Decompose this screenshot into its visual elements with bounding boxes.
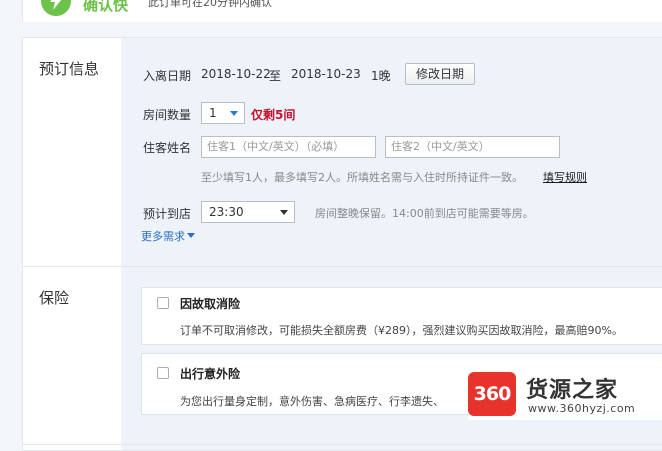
chevron-down-icon [280, 210, 288, 215]
cancel-insurance-checkbox[interactable] [157, 297, 169, 309]
dates-label: 入离日期 [143, 69, 192, 83]
more-requests-link[interactable]: 更多需求 [141, 228, 195, 244]
insurance-option-desc: 订单不可取消修改，可能损失全额房费（¥289），强烈建议购买因故取消险，最高赔9… [180, 324, 623, 337]
confirm-fast-desc: 此订单可在20分钟内确认 [148, 0, 272, 9]
fill-rules-link[interactable]: 填写规则 [543, 169, 587, 185]
lightning-icon [41, 0, 71, 16]
next-section [22, 445, 662, 451]
guests-label: 住客姓名 [143, 141, 192, 155]
watermark-name: 货源之家 [526, 378, 619, 403]
room-count-select[interactable]: 1 [201, 102, 245, 124]
chevron-down-icon [230, 111, 238, 116]
more-requests-label: 更多需求 [141, 230, 185, 243]
booking-section-title: 预订信息 [39, 60, 100, 78]
rooms-limit-badge: 仅剩5间 [251, 108, 296, 122]
insurance-option-cancel[interactable]: 因故取消险 订单不可取消修改，可能损失全额房费（¥289），强烈建议购买因故取消… [141, 287, 662, 345]
rooms-label: 房间数量 [143, 108, 192, 122]
accident-insurance-checkbox[interactable] [157, 367, 169, 379]
confirm-fast-banner: 确认快 此订单可在20分钟内确认 [22, 0, 662, 22]
insurance-option-title: 出行意外险 [180, 367, 241, 381]
watermark-url: www.360hyzj.com [528, 402, 636, 415]
guest1-name-input[interactable]: 住客1（中文/英文）（必填） [201, 136, 376, 158]
arrival-time-value: 23:30 [209, 205, 244, 219]
confirm-fast-label: 确认快 [83, 0, 129, 14]
arrival-hint: 房间整晚保留。14:00前到店可能需要等房。 [315, 207, 534, 220]
insurance-option-desc: 为您出行量身定制，意外伤害、急病医疗、行李遗失、 [180, 395, 444, 408]
room-count-value: 1 [209, 106, 217, 120]
arrival-label: 预计到店 [143, 207, 192, 221]
guest2-name-input[interactable]: 住客2（中文/英文） [385, 136, 560, 158]
arrival-time-select[interactable]: 23:30 [201, 201, 295, 223]
insurance-option-title: 因故取消险 [180, 297, 241, 311]
checkout-date: 2018-10-23 [291, 67, 361, 81]
booking-form: 入离日期 2018-10-22 至 2018-10-23 1晚 修改日期 房间数… [121, 38, 662, 266]
insurance-section-title: 保险 [39, 289, 70, 307]
modify-date-button[interactable]: 修改日期 [405, 63, 476, 85]
next-section-body [121, 445, 662, 450]
nights-count: 1晚 [371, 69, 391, 83]
date-separator: 至 [269, 69, 282, 83]
guests-hint: 至少填写1人，最多填写2人。所填姓名需与入住时所持证件一致。 [201, 171, 523, 184]
checkin-date: 2018-10-22 [201, 67, 271, 81]
caret-down-icon [187, 233, 195, 238]
watermark: 360 货源之家 www.360hyzj.com [468, 372, 662, 420]
watermark-logo: 360 [468, 372, 516, 416]
booking-info-section: 预订信息 入离日期 2018-10-22 至 2018-10-23 1晚 修改日… [22, 37, 662, 267]
